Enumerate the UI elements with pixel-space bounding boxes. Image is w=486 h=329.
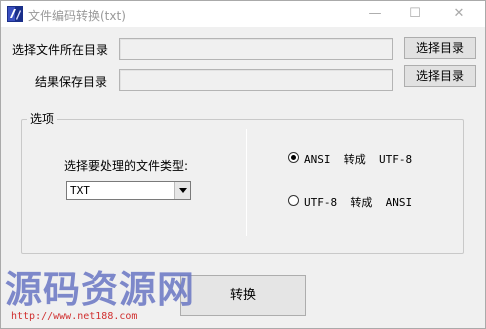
window-title: 文件编码转换(txt) [28, 9, 126, 23]
watermark-text: 源码资源网 [5, 268, 195, 311]
maximize-button[interactable]: ☐ [397, 1, 433, 27]
minimize-button[interactable]: — [357, 1, 393, 27]
options-group-label: 选项 [27, 110, 58, 127]
output-dir-field[interactable] [119, 69, 393, 91]
title-bar[interactable]: 文件编码转换(txt) — ☐ ✕ [1, 1, 485, 27]
output-dir-label: 结果保存目录 [35, 75, 108, 89]
radio-ansi-to-utf8-label[interactable]: ANSI 转成 UTF-8 [304, 151, 412, 167]
radio-utf8-to-ansi[interactable] [288, 195, 299, 206]
chevron-down-icon[interactable] [174, 182, 190, 199]
convert-button[interactable]: 转换 [180, 275, 306, 316]
app-icon [7, 6, 23, 22]
app-window: 文件编码转换(txt) — ☐ ✕ 选择文件所在目录 选择目录 结果保存目录 选… [0, 0, 486, 329]
source-dir-label: 选择文件所在目录 [12, 43, 109, 57]
source-select-dir-button[interactable]: 选择目录 [404, 37, 476, 59]
close-button[interactable]: ✕ [441, 1, 477, 27]
source-dir-field[interactable] [119, 38, 393, 60]
filetype-selected-value: TXT [70, 184, 90, 197]
options-divider [246, 129, 247, 236]
filetype-select[interactable]: TXT [66, 181, 191, 200]
radio-ansi-to-utf8[interactable] [288, 152, 299, 163]
output-select-dir-button[interactable]: 选择目录 [404, 65, 476, 87]
filetype-label: 选择要处理的文件类型: [64, 159, 189, 173]
watermark-url: http://www.net188.com [11, 311, 138, 322]
radio-utf8-to-ansi-label[interactable]: UTF-8 转成 ANSI [304, 194, 412, 210]
